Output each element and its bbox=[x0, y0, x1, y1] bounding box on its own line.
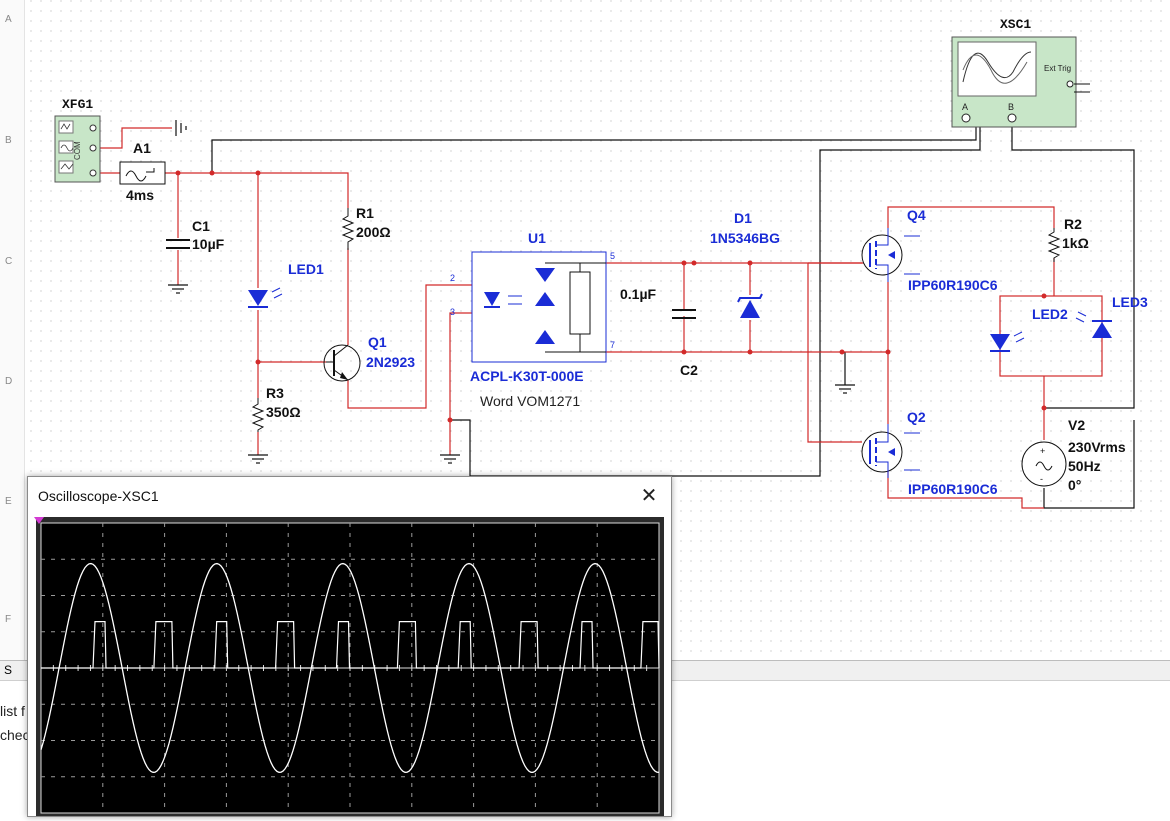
xsc1-ext-trig-label: Ext Trig bbox=[1044, 64, 1071, 73]
v2-phase: 0° bbox=[1068, 477, 1081, 493]
u1-pin-3: 3 bbox=[450, 307, 455, 317]
q4-label: Q4 bbox=[907, 207, 926, 223]
u1-label: U1 bbox=[528, 230, 546, 246]
ruler-letter-e: E bbox=[5, 496, 12, 507]
q4-value: IPP60R190C6 bbox=[908, 277, 998, 293]
a1-value: 4ms bbox=[126, 187, 154, 203]
r2-label: R2 bbox=[1064, 216, 1082, 232]
trigger-marker-icon[interactable] bbox=[34, 517, 44, 524]
function-generator-xfg1[interactable]: COM bbox=[54, 115, 101, 183]
u1-value: ACPL-K30T-000E bbox=[470, 368, 584, 384]
oscilloscope-screen[interactable] bbox=[36, 517, 664, 816]
led1-label: LED1 bbox=[288, 261, 324, 277]
oscilloscope-window-title: Oscilloscope-XSC1 bbox=[38, 487, 159, 504]
c2-value: 0.1µF bbox=[620, 286, 657, 302]
c1-value: 10µF bbox=[192, 236, 225, 252]
spreadsheet-tab-label: S bbox=[4, 663, 13, 677]
q1-label: Q1 bbox=[368, 334, 387, 350]
led3-label: LED3 bbox=[1112, 294, 1148, 310]
d1-value: 1N5346BG bbox=[710, 230, 780, 246]
xfg1-label: XFG1 bbox=[62, 97, 93, 112]
xsc1-label: XSC1 bbox=[1000, 17, 1031, 32]
r1-value: 200Ω bbox=[356, 224, 391, 240]
v2-freq: 50Hz bbox=[1068, 458, 1101, 474]
xsc1-channel-a-label: A bbox=[962, 102, 968, 112]
q1-value: 2N2923 bbox=[366, 354, 415, 370]
r3-label: R3 bbox=[266, 385, 284, 401]
oscilloscope-instrument-xsc1[interactable] bbox=[951, 36, 1090, 128]
ruler-letter-d: D bbox=[5, 376, 13, 387]
v2-ac-source-icon[interactable]: + - bbox=[1021, 441, 1067, 487]
a1-label: A1 bbox=[133, 140, 151, 156]
xsc1-channel-b-label: B bbox=[1008, 102, 1014, 112]
bottom-panel-line-1: list f bbox=[0, 703, 25, 719]
d1-label: D1 bbox=[734, 210, 752, 226]
oscilloscope-window[interactable]: Oscilloscope-XSC1 ✕ bbox=[27, 476, 672, 817]
u1-pin-7: 7 bbox=[610, 340, 615, 350]
ruler-letter-a: A bbox=[5, 14, 12, 25]
u1-pin-5: 5 bbox=[610, 251, 615, 261]
ruler-letter-b: B bbox=[5, 135, 12, 146]
led2-label: LED2 bbox=[1032, 306, 1068, 322]
v2-label: V2 bbox=[1068, 417, 1085, 433]
svg-text:-: - bbox=[1040, 474, 1043, 484]
q2-label: Q2 bbox=[907, 409, 926, 425]
close-icon[interactable]: ✕ bbox=[637, 486, 661, 506]
u1-note: Word VOM1271 bbox=[480, 393, 580, 409]
c2-label: C2 bbox=[680, 362, 698, 378]
r3-value: 350Ω bbox=[266, 404, 301, 420]
r1-label: R1 bbox=[356, 205, 374, 221]
u1-pin-2: 2 bbox=[450, 273, 455, 283]
a1-delay-block[interactable] bbox=[119, 161, 166, 185]
ruler-letter-c: C bbox=[5, 256, 13, 267]
xfg1-com-label: COM bbox=[73, 141, 82, 160]
u1-optocoupler[interactable] bbox=[471, 251, 607, 363]
oscilloscope-titlebar[interactable]: Oscilloscope-XSC1 ✕ bbox=[28, 477, 671, 514]
ruler-letter-f: F bbox=[5, 614, 12, 625]
v2-value: 230Vrms bbox=[1068, 439, 1126, 455]
c1-label: C1 bbox=[192, 218, 210, 234]
row-ruler: A B C D E F bbox=[0, 0, 25, 680]
r2-value: 1kΩ bbox=[1062, 235, 1089, 251]
q2-value: IPP60R190C6 bbox=[908, 481, 998, 497]
oscilloscope-display bbox=[36, 517, 664, 816]
svg-text:+: + bbox=[1040, 446, 1045, 456]
